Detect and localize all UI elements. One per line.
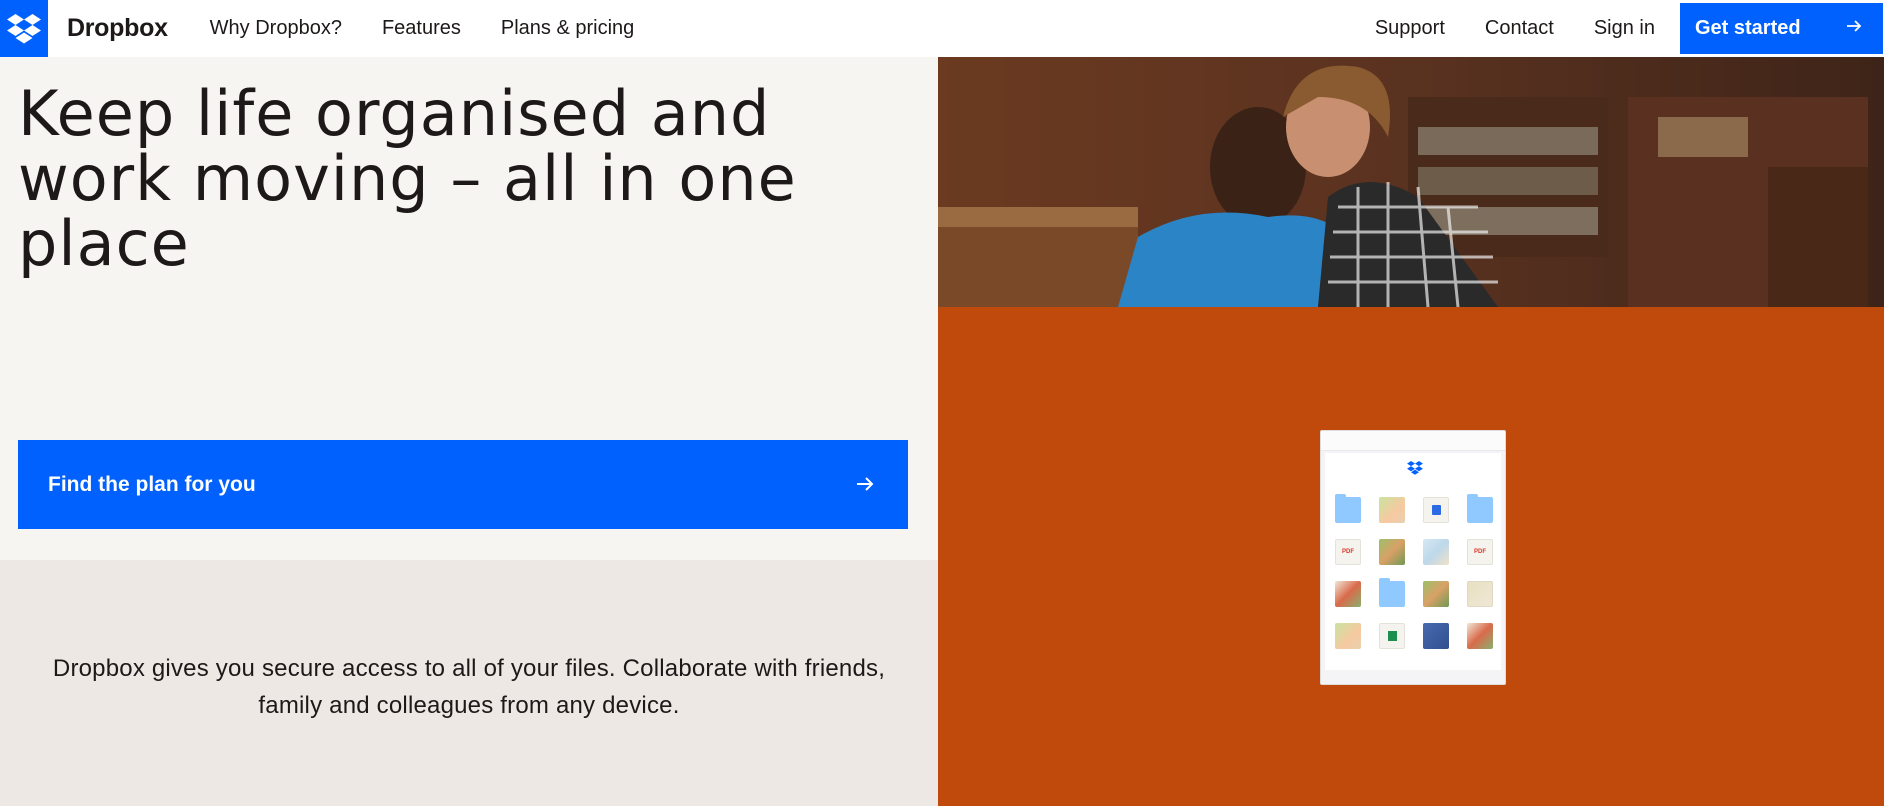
find-plan-label: Find the plan for you — [48, 472, 256, 496]
top-navigation: Dropbox Why Dropbox? Features Plans & pr… — [0, 0, 1884, 57]
hero-headline: Keep life organised and work moving – al… — [18, 77, 797, 280]
brand-name[interactable]: Dropbox — [67, 14, 168, 43]
image-thumbnail — [1379, 497, 1405, 523]
image-thumbnail — [1335, 581, 1361, 607]
image-thumbnail — [1467, 623, 1493, 649]
nav-sign-in[interactable]: Sign in — [1594, 17, 1655, 40]
image-thumbnail — [1423, 623, 1449, 649]
document-file-icon — [1423, 497, 1449, 523]
secondary-nav: Support Contact Sign in Get started — [1375, 0, 1884, 57]
nav-contact[interactable]: Contact — [1485, 17, 1554, 40]
image-thumbnail — [1423, 539, 1449, 565]
hero-section: Keep life organised and work moving – al… — [0, 57, 938, 560]
image-thumbnail — [1379, 539, 1405, 565]
app-preview-body: PDF PDF — [1325, 453, 1501, 670]
folder-icon — [1467, 494, 1493, 523]
pdf-file-icon: PDF — [1467, 539, 1493, 565]
file-grid: PDF PDF — [1335, 494, 1495, 649]
app-preview-card: PDF PDF — [1320, 430, 1506, 685]
pdf-file-icon: PDF — [1335, 539, 1361, 565]
dropbox-logo-icon — [1407, 461, 1423, 475]
hero-description: Dropbox gives you secure access to all o… — [52, 655, 886, 719]
app-preview-topbar — [1321, 431, 1505, 451]
image-thumbnail — [1335, 623, 1361, 649]
image-thumbnail — [1423, 581, 1449, 607]
folder-icon — [1379, 578, 1405, 607]
description-section: Dropbox gives you secure access to all o… — [0, 560, 938, 806]
nav-plans-pricing[interactable]: Plans & pricing — [501, 17, 634, 40]
find-plan-button[interactable]: Find the plan for you — [18, 440, 908, 529]
folder-icon — [1335, 494, 1361, 523]
image-thumbnail — [1467, 581, 1493, 607]
hero-photo — [938, 57, 1884, 307]
spreadsheet-file-icon — [1379, 623, 1405, 649]
arrow-right-icon — [857, 477, 874, 491]
arrow-right-icon — [1847, 20, 1862, 32]
nav-features[interactable]: Features — [382, 17, 461, 40]
dropbox-logo-icon[interactable] — [0, 0, 48, 57]
get-started-label: Get started — [1695, 17, 1801, 39]
nav-why-dropbox[interactable]: Why Dropbox? — [210, 17, 342, 40]
primary-nav: Why Dropbox? Features Plans & pricing — [210, 17, 675, 40]
get-started-button[interactable]: Get started — [1680, 3, 1883, 54]
nav-support[interactable]: Support — [1375, 17, 1445, 40]
